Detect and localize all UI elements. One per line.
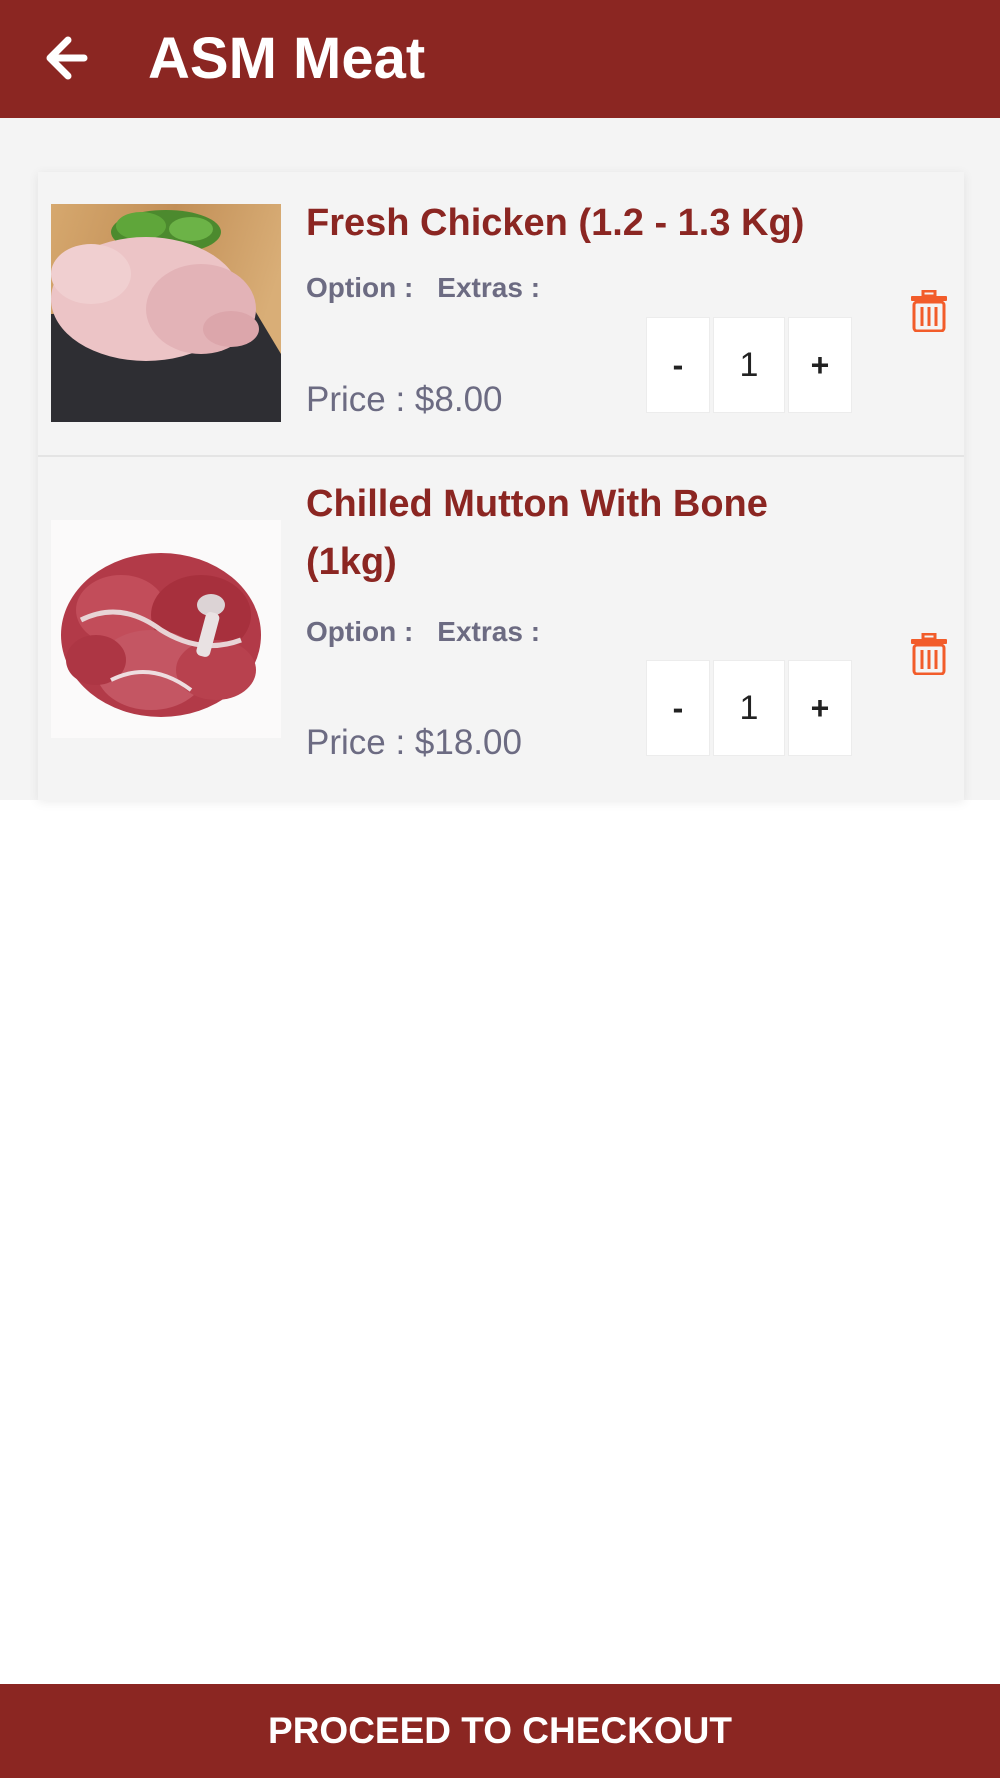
quantity-value: 1 (713, 660, 785, 756)
extras-label: Extras : (437, 272, 541, 303)
product-name[interactable]: Chilled Mutton With Bone (1kg) (306, 475, 826, 591)
cart-item: Fresh Chicken (1.2 - 1.3 Kg) Option : Ext… (38, 172, 964, 457)
increase-quantity-button[interactable]: + (788, 660, 852, 756)
proceed-to-checkout-button[interactable]: PROCEED TO CHECKOUT (0, 1684, 1000, 1778)
decrease-quantity-button[interactable]: - (646, 660, 710, 756)
quantity-value: 1 (713, 317, 785, 413)
trash-icon (911, 632, 947, 676)
cart-item: Chilled Mutton With Bone (1kg) Option : E… (38, 459, 964, 800)
remove-item-button[interactable] (910, 632, 948, 676)
product-image[interactable] (51, 204, 281, 422)
increase-quantity-button[interactable]: + (788, 317, 852, 413)
product-price: Price : $18.00 (306, 723, 522, 762)
product-name[interactable]: Fresh Chicken (1.2 - 1.3 Kg) (306, 194, 826, 252)
cart-screen: ASM Meat Fresh Chicken (1.2 - 1.3 Kg) Op… (0, 0, 1000, 1778)
product-image[interactable] (51, 520, 281, 738)
product-options: Option : Extras : (306, 616, 564, 648)
whole-chicken-image (51, 204, 281, 422)
extras-label: Extras : (437, 616, 541, 647)
option-label: Option : (306, 616, 414, 647)
cart-list: Fresh Chicken (1.2 - 1.3 Kg) Option : Ext… (38, 172, 964, 800)
decrease-quantity-button[interactable]: - (646, 317, 710, 413)
quantity-stepper: - 1 + (646, 317, 886, 413)
option-label: Option : (306, 272, 414, 303)
mutton-pieces-image (51, 520, 281, 738)
product-price: Price : $8.00 (306, 380, 503, 419)
back-arrow-icon (46, 36, 88, 80)
product-options: Option : Extras : (306, 272, 564, 304)
app-header: ASM Meat (0, 0, 1000, 118)
quantity-stepper: - 1 + (646, 660, 886, 756)
remove-item-button[interactable] (910, 289, 948, 333)
cart-content: Fresh Chicken (1.2 - 1.3 Kg) Option : Ext… (0, 118, 1000, 800)
back-button[interactable] (44, 36, 92, 80)
page-title: ASM Meat (148, 26, 426, 91)
trash-icon (911, 289, 947, 333)
